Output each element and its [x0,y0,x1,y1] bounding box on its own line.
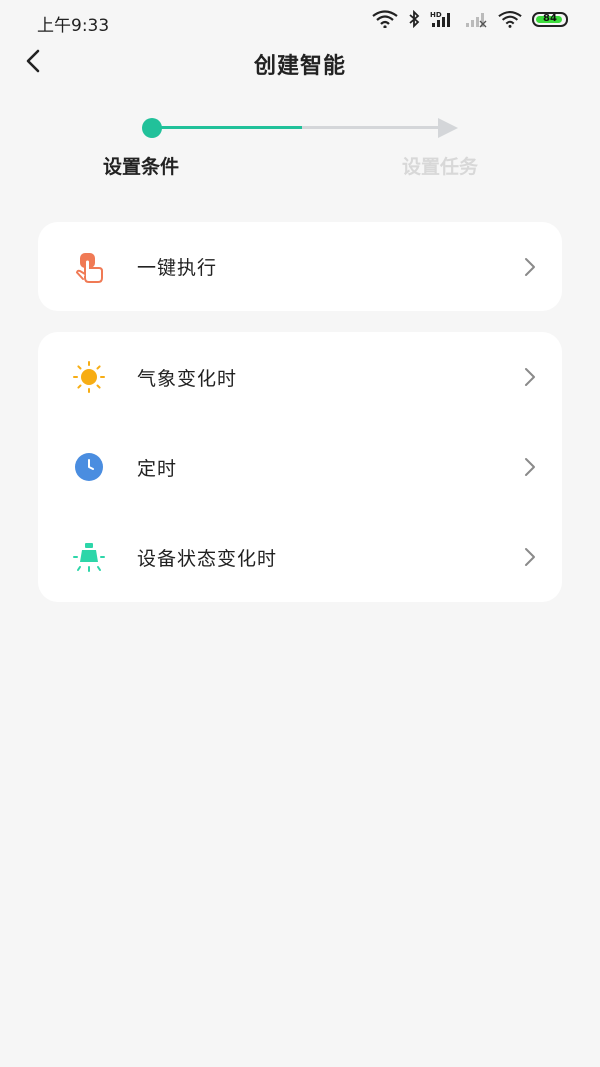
chevron-right-icon [522,367,538,387]
svg-text:HD: HD [430,11,442,19]
weather-change-item[interactable]: 气象变化时 [38,332,562,422]
tap-hand-icon [72,250,106,284]
battery-icon: 84 [532,11,568,27]
timer-label: 定时 [137,457,178,480]
clock-icon [72,450,106,484]
device-state-change-label: 设备状态变化时 [137,547,278,570]
weather-change-label: 气象变化时 [137,367,238,390]
status-time: 上午9:33 [37,16,110,36]
signal-hd-icon: HD [430,10,454,28]
stepper-current-dot [142,118,162,138]
header: 创建智能 [0,40,600,86]
status-bar: 上午9:33 HD 84 [0,0,600,44]
timer-item[interactable]: 定时 [38,422,562,512]
page-title: 创建智能 [253,54,346,79]
bluetooth-icon [408,10,420,28]
conditions-card: 气象变化时 定时 设备状态变化时 [38,332,562,602]
stepper-arrow-icon [438,118,458,138]
stepper-progress [152,126,302,129]
signal-no-service-icon [464,10,488,28]
wifi-icon [372,10,398,28]
sun-icon [72,360,106,394]
device-state-change-item[interactable]: 设备状态变化时 [38,512,562,602]
step-set-tasks: 设置任务 [402,156,479,178]
status-icons: HD 84 [372,10,568,28]
step-set-conditions: 设置条件 [103,156,180,178]
battery-level: 84 [543,13,557,24]
stepper: 设置条件 设置任务 [0,110,600,190]
chevron-right-icon [522,457,538,477]
chevron-right-icon [522,257,538,277]
one-tap-execute-label: 一键执行 [137,257,218,279]
wifi-icon [498,10,522,28]
chevron-right-icon [522,547,538,567]
manual-trigger-card: 一键执行 [38,222,562,311]
device-light-icon [72,540,106,574]
one-tap-execute-item[interactable]: 一键执行 [38,222,562,311]
